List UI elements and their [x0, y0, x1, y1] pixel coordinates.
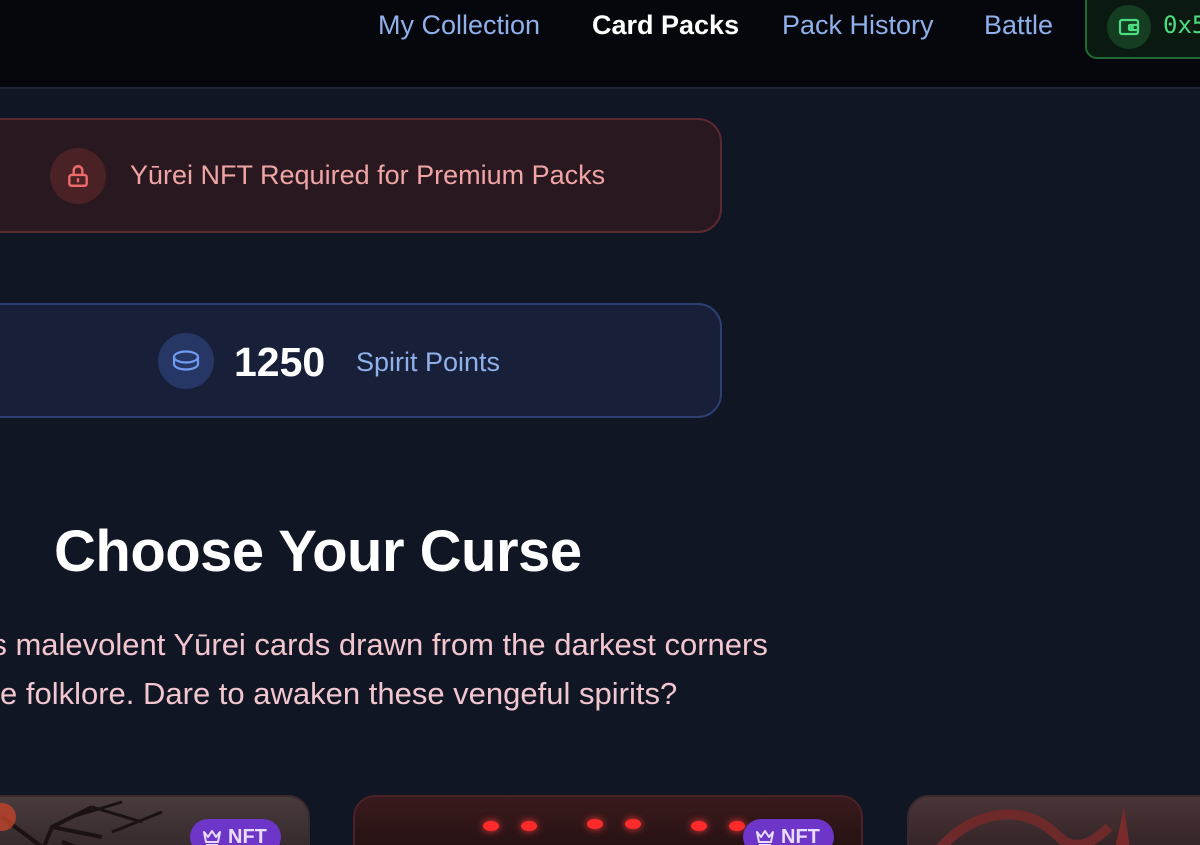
nft-badge-label: NFT [228, 825, 267, 845]
wallet-icon [1107, 5, 1151, 49]
page: My Collection Card Packs Pack History Ba… [0, 0, 1200, 845]
card-pack[interactable] [907, 795, 1200, 845]
description-line: ains malevolent Yūrei cards drawn from t… [0, 627, 768, 662]
section-description: ains malevolent Yūrei cards drawn from t… [0, 620, 930, 718]
description-line: nese folklore. Dare to awaken these veng… [0, 676, 678, 711]
coins-icon [158, 333, 214, 389]
card-pack[interactable]: NFT [0, 795, 310, 845]
nft-badge: NFT [743, 819, 834, 845]
nav-my-collection[interactable]: My Collection [378, 8, 540, 42]
spirit-points-value: 1250 [234, 339, 326, 385]
crown-icon [756, 830, 774, 845]
spirit-points-label: Spirit Points [356, 347, 501, 377]
nav-card-packs[interactable]: Card Packs [592, 8, 739, 42]
crown-icon [203, 830, 221, 845]
section-title: Choose Your Curse [54, 519, 582, 584]
nav-battle[interactable]: Battle [984, 8, 1053, 42]
nav-pack-history[interactable]: Pack History [782, 8, 934, 42]
spirit-points-banner: 1250 Spirit Points [0, 303, 722, 418]
nft-badge-label: NFT [781, 825, 820, 845]
top-nav: My Collection Card Packs Pack History Ba… [0, 0, 1200, 89]
wallet-address: 0x5 [1163, 11, 1200, 39]
card-pack[interactable]: NFT [353, 795, 863, 845]
nft-required-banner: Yūrei NFT Required for Premium Packs [0, 118, 722, 233]
wallet-button[interactable]: 0x5 [1085, 0, 1200, 59]
creature-artwork [936, 807, 1130, 845]
nft-badge: NFT [190, 819, 281, 845]
lock-icon [50, 148, 106, 204]
nft-required-text: Yūrei NFT Required for Premium Packs [130, 160, 606, 190]
